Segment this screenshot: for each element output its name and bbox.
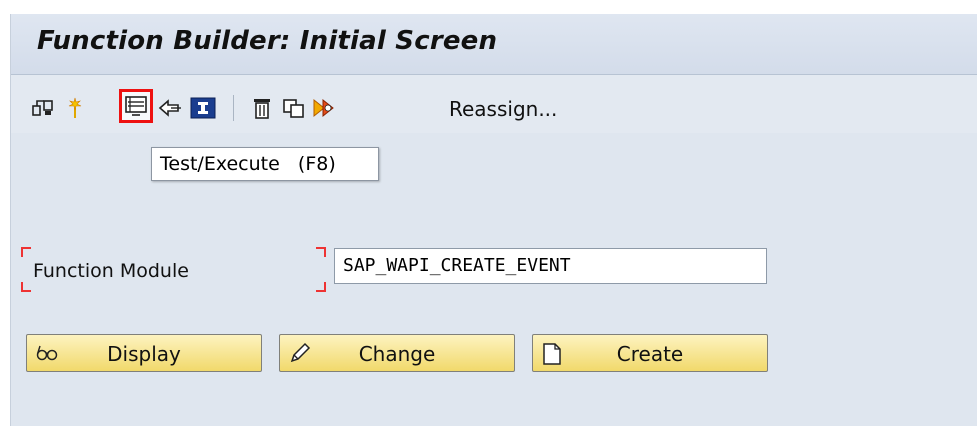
display-button[interactable]: Display (26, 334, 262, 372)
function-module-label-box: Function Module (21, 247, 326, 292)
required-corner-icon (316, 282, 326, 292)
required-corner-icon (21, 282, 31, 292)
application-toolbar: Reassign... (11, 75, 977, 133)
display-button-label: Display (107, 342, 181, 366)
delete-icon[interactable] (247, 93, 277, 123)
required-corner-icon (21, 247, 31, 257)
check-icon[interactable] (60, 93, 90, 123)
change-button-label: Change (358, 342, 436, 366)
create-button[interactable]: Create (532, 334, 768, 372)
where-used-icon[interactable] (155, 93, 185, 123)
change-button[interactable]: Change (279, 334, 515, 372)
sap-window: Function Builder: Initial Screen Reassig… (10, 14, 977, 426)
toolbar-separator (233, 95, 234, 121)
copy-icon[interactable] (279, 93, 309, 123)
test-execute-icon[interactable] (119, 89, 153, 123)
function-module-label: Function Module (33, 260, 189, 282)
other-object-icon[interactable] (28, 93, 58, 123)
create-button-label: Create (616, 342, 684, 366)
rename-icon[interactable] (311, 93, 341, 123)
required-corner-icon (316, 247, 326, 257)
info-icon[interactable] (188, 93, 218, 123)
title-bar: Function Builder: Initial Screen (11, 14, 977, 75)
function-module-input[interactable]: SAP_WAPI_CREATE_EVENT (334, 248, 767, 284)
reassign-button[interactable]: Reassign... (449, 97, 557, 121)
page-title: Function Builder: Initial Screen (37, 26, 498, 56)
tooltip: Test/Execute (F8) (151, 147, 379, 181)
